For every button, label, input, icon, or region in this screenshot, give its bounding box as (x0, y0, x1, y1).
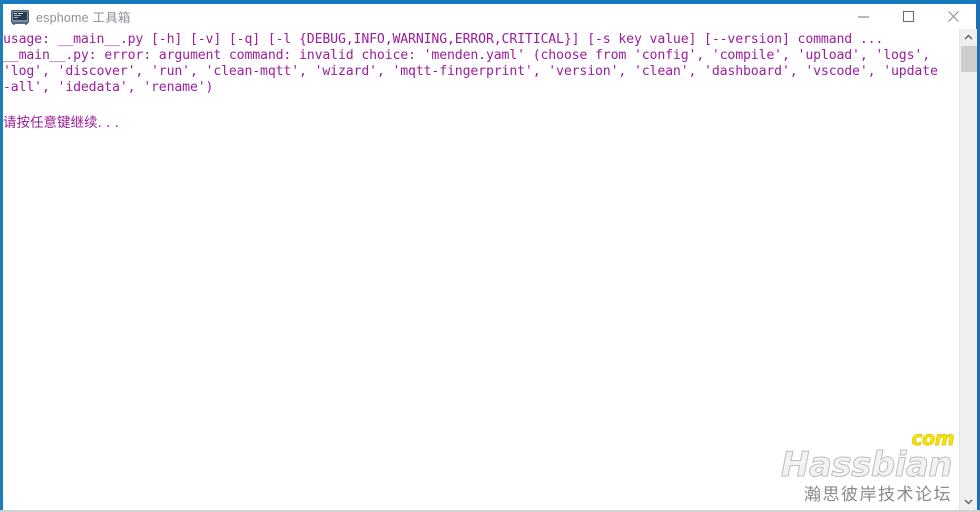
close-icon (948, 11, 959, 22)
maximize-icon (902, 10, 915, 23)
chevron-up-icon (964, 34, 973, 40)
window-controls (841, 4, 976, 29)
chevron-down-icon (964, 499, 973, 505)
minimize-icon (858, 16, 869, 18)
maximize-button[interactable] (886, 4, 931, 29)
title-bar[interactable]: esphome 工具箱 (3, 4, 976, 29)
console-output-area[interactable]: usage: __main__.py [-h] [-v] [-q] [-l {D… (3, 29, 958, 510)
console-window-icon (11, 9, 29, 25)
scrollbar-thumb[interactable] (961, 46, 977, 72)
press-any-key-prompt: 请按任意键继续. . . (3, 115, 119, 131)
close-button[interactable] (931, 4, 976, 29)
vertical-scrollbar[interactable] (959, 29, 977, 510)
console-window: esphome 工具箱 usage: __main__.py [-h] [-v]… (0, 0, 980, 512)
scrollbar-track[interactable] (961, 72, 977, 493)
scrollbar-down-button[interactable] (960, 493, 977, 510)
minimize-button[interactable] (841, 4, 886, 29)
window-title: esphome 工具箱 (36, 11, 131, 25)
scrollbar-up-button[interactable] (960, 29, 977, 46)
console-output-text: usage: __main__.py [-h] [-v] [-q] [-l {D… (3, 32, 938, 95)
